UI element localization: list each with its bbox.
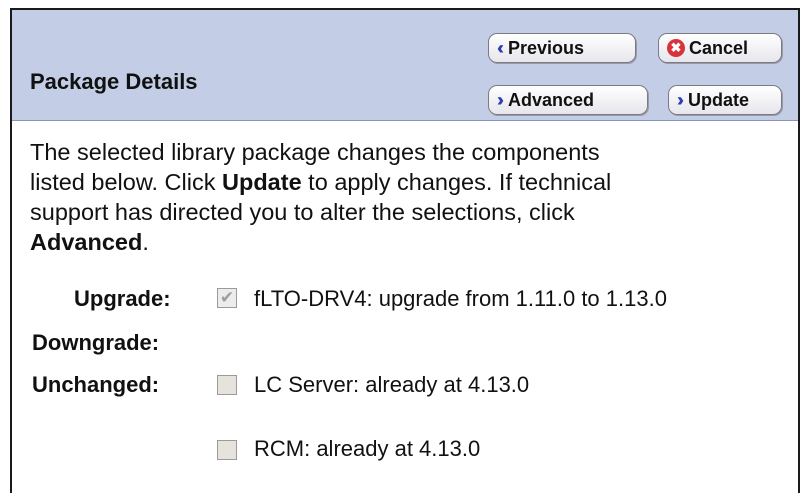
advanced-keyword: Advanced bbox=[30, 229, 143, 255]
cancel-button[interactable]: ✖ Cancel bbox=[658, 33, 782, 63]
upgrade-label: Upgrade: bbox=[74, 286, 171, 311]
update-button-label: Update bbox=[688, 89, 750, 110]
cancel-x-icon: ✖ bbox=[667, 39, 685, 57]
update-keyword: Update bbox=[222, 169, 302, 195]
lc-server-checkbox[interactable] bbox=[217, 375, 237, 395]
component-item: fLTO-DRV4: upgrade from 1.11.0 to 1.13.0 bbox=[254, 286, 667, 311]
description-line: listed below. Click Update to apply chan… bbox=[30, 169, 612, 195]
previous-button-label: Previous bbox=[508, 37, 585, 58]
description-line: The selected library package changes the… bbox=[30, 139, 600, 165]
package-details-panel: Package Details ‹‹ Previous ✖ Cancel ›› … bbox=[10, 8, 800, 493]
double-chevron-right-icon: ›› bbox=[677, 90, 684, 110]
cancel-button-label: Cancel bbox=[689, 37, 749, 58]
double-chevron-right-icon: ›› bbox=[497, 90, 504, 110]
checkmark-icon: ✔ bbox=[219, 288, 235, 307]
description-line: support has directed you to alter the se… bbox=[30, 199, 575, 225]
component-item: LC Server: already at 4.13.0 bbox=[254, 372, 530, 397]
description-text: The selected library package changes the… bbox=[30, 137, 790, 257]
panel-header: Package Details ‹‹ Previous ✖ Cancel ›› … bbox=[12, 10, 798, 121]
update-button[interactable]: ›› Update bbox=[668, 85, 782, 115]
rcm-checkbox[interactable] bbox=[217, 440, 237, 460]
double-chevron-left-icon: ‹‹ bbox=[497, 38, 504, 58]
component-item: RCM: already at 4.13.0 bbox=[254, 436, 481, 461]
advanced-button-label: Advanced bbox=[508, 89, 595, 110]
advanced-button[interactable]: ›› Advanced bbox=[488, 85, 648, 115]
upgrade-checkbox[interactable]: ✔ bbox=[217, 288, 237, 308]
description-line: Advanced. bbox=[30, 229, 149, 255]
page-title: Package Details bbox=[30, 69, 198, 94]
previous-button[interactable]: ‹‹ Previous bbox=[488, 33, 636, 63]
unchanged-label: Unchanged: bbox=[32, 372, 160, 397]
downgrade-label: Downgrade: bbox=[32, 330, 160, 355]
